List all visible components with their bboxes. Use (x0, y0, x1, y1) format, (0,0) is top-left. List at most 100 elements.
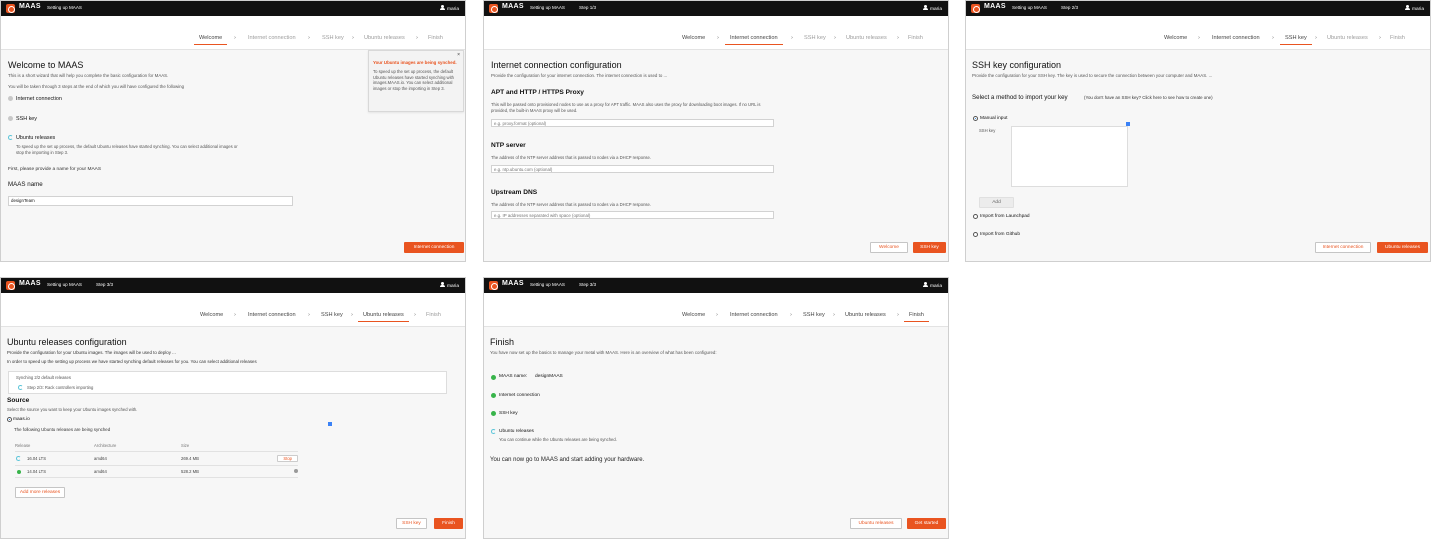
proxy-description: This will be passed onto provisioned nod… (491, 102, 761, 113)
top-navigation-bar: MAAS Setting up MAAS Step 3/3 maria (1, 278, 465, 293)
add-key-button[interactable]: Add (979, 197, 1014, 208)
ubuntu-releases-button[interactable]: Ubuntu releases (850, 518, 902, 529)
tab-ubuntu-releases[interactable]: Ubuntu releases (1327, 35, 1368, 41)
user-menu[interactable]: maria (922, 282, 942, 289)
tab-internet-connection[interactable]: Internet connection (248, 35, 296, 41)
user-icon (922, 5, 928, 11)
user-icon (439, 282, 445, 288)
ubuntu-releases-table: Release Architecture Size 16.04 LTS amd6… (15, 440, 298, 478)
tab-internet-connection[interactable]: Internet connection (1212, 35, 1260, 41)
tab-ssh-key[interactable]: SSH key (322, 35, 344, 41)
tab-welcome[interactable]: Welcome (1164, 35, 1187, 41)
steps-description: You will be taken through 3 steps at the… (8, 84, 185, 89)
chevron-right-icon: › (414, 312, 416, 318)
tab-internet-connection[interactable]: Internet connection (725, 35, 783, 45)
user-icon (922, 282, 928, 288)
ssh-key-label: SSH key (979, 128, 996, 133)
finish-screen: MAAS Setting up MAAS Step 3/3 maria Welc… (483, 277, 949, 539)
tab-welcome[interactable]: Welcome (193, 35, 228, 45)
welcome-button[interactable]: Welcome (870, 242, 908, 253)
ntp-description: The address of the NTP server address th… (491, 155, 651, 160)
architecture-cell: amd64 (94, 451, 181, 466)
tab-ssh-key[interactable]: SSH key (803, 312, 825, 318)
method-title: Select a method to import your key (972, 94, 1068, 101)
setup-link[interactable]: Setting up MAAS (47, 282, 82, 287)
internet-connection-button[interactable]: Internet connection (404, 242, 464, 253)
chevron-right-icon: › (308, 312, 310, 318)
chevron-right-icon: › (790, 312, 792, 318)
add-more-releases-button[interactable]: Add more releases (15, 487, 65, 498)
wizard-stepper: Welcome › Internet connection › SSH key › U… (484, 16, 948, 50)
tab-ubuntu-releases[interactable]: Ubuntu releases (846, 35, 887, 41)
remove-release-icon[interactable] (294, 469, 298, 473)
proxy-input[interactable] (491, 119, 774, 127)
user-menu[interactable]: maria (1404, 5, 1424, 12)
tab-finish[interactable]: Finish (428, 35, 443, 41)
top-navigation-bar: MAAS Setting up MAAS Step 2/3 maria (966, 1, 1430, 16)
tab-ssh-key[interactable]: SSH key (1280, 35, 1312, 45)
manual-input-radio[interactable] (973, 116, 978, 121)
tab-welcome[interactable]: Welcome (682, 35, 705, 41)
internet-connection-button[interactable]: Internet connection (1315, 242, 1371, 253)
tab-ubuntu-releases[interactable]: Ubuntu releases (364, 35, 405, 41)
ntp-input[interactable] (491, 165, 774, 173)
status-dot (8, 116, 13, 121)
user-menu[interactable]: maria (439, 282, 459, 289)
setup-link[interactable]: Setting up MAAS (530, 282, 565, 287)
tab-ubuntu-releases[interactable]: Ubuntu releases (845, 312, 886, 318)
user-name: maria (930, 7, 942, 12)
sync-status-panel: Synching 2/2 default releases Step 2/3: … (8, 371, 447, 394)
dns-title: Upstream DNS (491, 189, 538, 196)
top-navigation-bar: MAAS Setting up MAAS maria (1, 1, 465, 16)
tab-ssh-key[interactable]: SSH key (321, 312, 343, 318)
launchpad-label: Import from Launchpad (980, 214, 1030, 219)
ssh-key-textarea[interactable] (1011, 126, 1128, 187)
ubuntu-releases-button[interactable]: Ubuntu releases (1377, 242, 1428, 253)
tab-finish[interactable]: Finish (426, 312, 441, 318)
chevron-right-icon: › (897, 312, 899, 318)
chevron-right-icon: › (1272, 35, 1274, 41)
setup-link[interactable]: Setting up MAAS (530, 5, 565, 10)
chevron-right-icon: › (833, 312, 835, 318)
tab-finish[interactable]: Finish (1390, 35, 1405, 41)
tab-welcome[interactable]: Welcome (682, 312, 705, 318)
setup-link[interactable]: Setting up MAAS (1012, 5, 1047, 10)
user-menu[interactable]: maria (922, 5, 942, 12)
ubuntu-sync-note: To speed up the set up process, the defa… (16, 144, 238, 155)
setup-link[interactable]: Setting up MAAS (47, 5, 82, 10)
finish-button[interactable]: Finish (434, 518, 463, 529)
get-started-button[interactable]: Get started (907, 518, 946, 529)
tab-finish[interactable]: Finish (904, 312, 929, 322)
user-menu[interactable]: maria (439, 5, 459, 12)
brand-name: MAAS (502, 280, 524, 287)
synced-status-dot (17, 470, 21, 474)
user-name: maria (447, 7, 459, 12)
tab-internet-connection[interactable]: Internet connection (248, 312, 296, 318)
source-checkbox[interactable] (328, 422, 332, 426)
close-icon[interactable]: × (457, 52, 460, 58)
launchpad-radio[interactable] (973, 214, 978, 219)
maas-name-input[interactable]: designTeam (8, 196, 293, 206)
table-row: 16.04 LTS amd64 269.4 MB Stop (15, 451, 298, 466)
sync-notification: × Your Ubuntu images are being synched. … (368, 50, 464, 112)
tab-ssh-key[interactable]: SSH key (804, 35, 826, 41)
page-title: Internet connection configuration (491, 60, 622, 70)
ssh-key-button[interactable]: SSH key (913, 242, 946, 253)
table-row: 14.04 LTS amd64 528.2 MB (15, 465, 298, 478)
intro-text: Provide the configuration for your Ubunt… (7, 350, 176, 355)
sync-spinner-icon (16, 456, 21, 461)
maas-logo-icon (489, 281, 498, 290)
github-radio[interactable] (973, 232, 978, 237)
manual-input-label: Manual input (980, 116, 1008, 121)
tab-welcome[interactable]: Welcome (200, 312, 223, 318)
tab-internet-connection[interactable]: Internet connection (730, 312, 778, 318)
tab-finish[interactable]: Finish (908, 35, 923, 41)
chevron-right-icon: › (1379, 35, 1381, 41)
tab-ubuntu-releases[interactable]: Ubuntu releases (358, 312, 409, 322)
dns-input[interactable] (491, 211, 774, 219)
maas-source-radio[interactable] (7, 417, 12, 422)
ssh-key-button[interactable]: SSH key (396, 518, 427, 529)
sync-explanation: In order to speed up the setting up proc… (7, 359, 257, 364)
stop-sync-button[interactable]: Stop (277, 455, 298, 462)
ssh-help-text: (You don't have an SSH key? Click here t… (1084, 95, 1213, 100)
